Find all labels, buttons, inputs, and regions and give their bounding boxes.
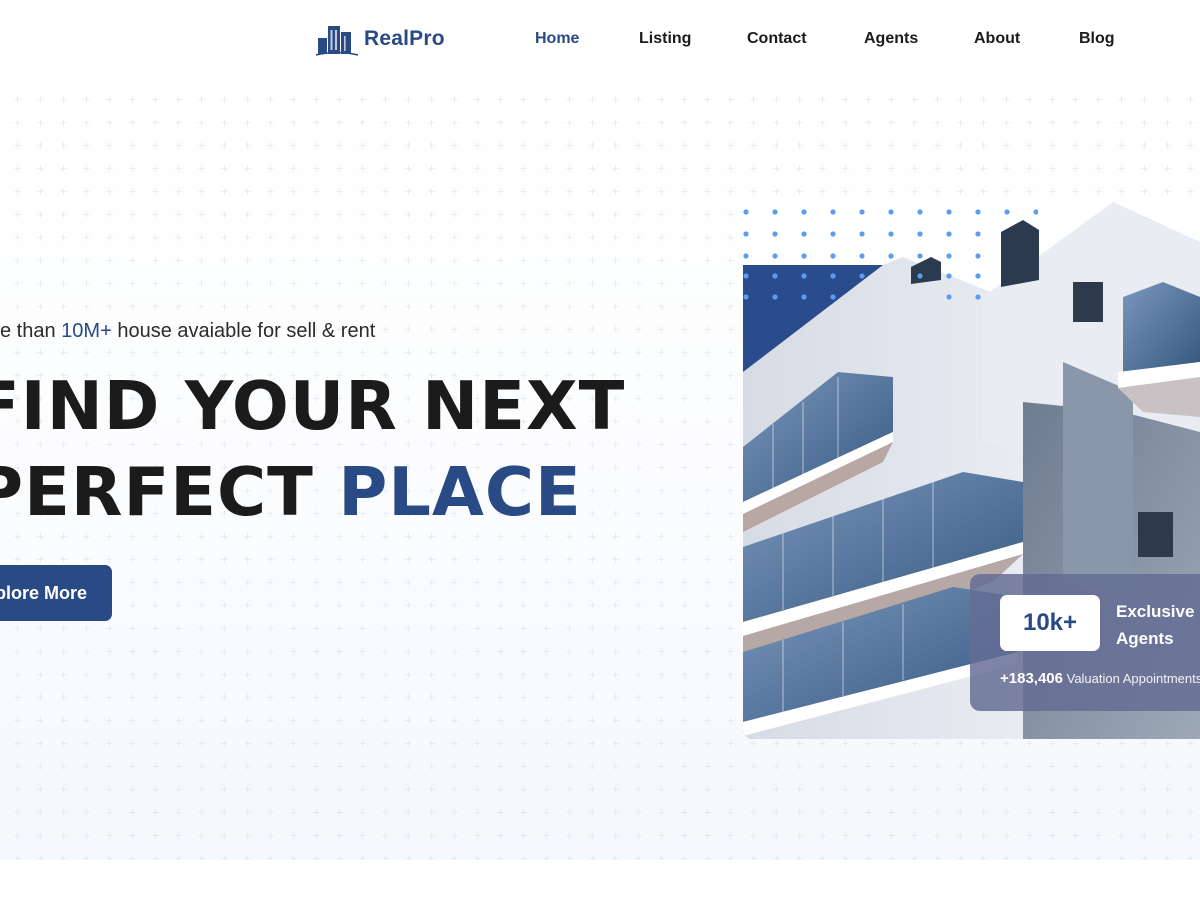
- nav-about[interactable]: About: [974, 30, 1020, 48]
- agents-count: 10k+: [1000, 595, 1100, 651]
- hero-section: e than 10M+ house avaiable for sell & re…: [0, 80, 1200, 860]
- tagline-highlight: 10M+: [61, 320, 112, 342]
- appointments-label: Valuation Appointments: [1066, 671, 1200, 686]
- headline-line-1: FIND YOUR NEXT: [0, 367, 626, 445]
- nav-listing[interactable]: Listing: [639, 30, 691, 48]
- hero-tagline: e than 10M+ house avaiable for sell & re…: [0, 320, 376, 342]
- hero-headline: FIND YOUR NEXT PERFECT PLACE: [0, 363, 625, 535]
- explore-more-button[interactable]: Explore More: [0, 565, 112, 621]
- site-header: RealPro Home Listing Contact Agents Abou…: [0, 0, 1200, 80]
- headline-accent: PLACE: [338, 453, 582, 531]
- agents-label: Exclusive Agents: [1116, 602, 1195, 648]
- appointments-count: +183,406: [1000, 670, 1063, 687]
- nav-home[interactable]: Home: [535, 30, 579, 48]
- nav-blog[interactable]: Blog: [1079, 30, 1115, 48]
- nav-contact[interactable]: Contact: [747, 30, 807, 48]
- agents-stat-card: 10k+ Exclusive Agents +183,406 Valuation…: [970, 574, 1200, 711]
- valuation-appointments: +183,406 Valuation Appointments: [1000, 670, 1200, 687]
- headline-line-2: PERFECT PLACE: [0, 453, 582, 531]
- dot-pattern: [743, 209, 1038, 300]
- main-nav: Home Listing Contact Agents About Blog: [0, 30, 1200, 52]
- nav-agents[interactable]: Agents: [864, 30, 918, 48]
